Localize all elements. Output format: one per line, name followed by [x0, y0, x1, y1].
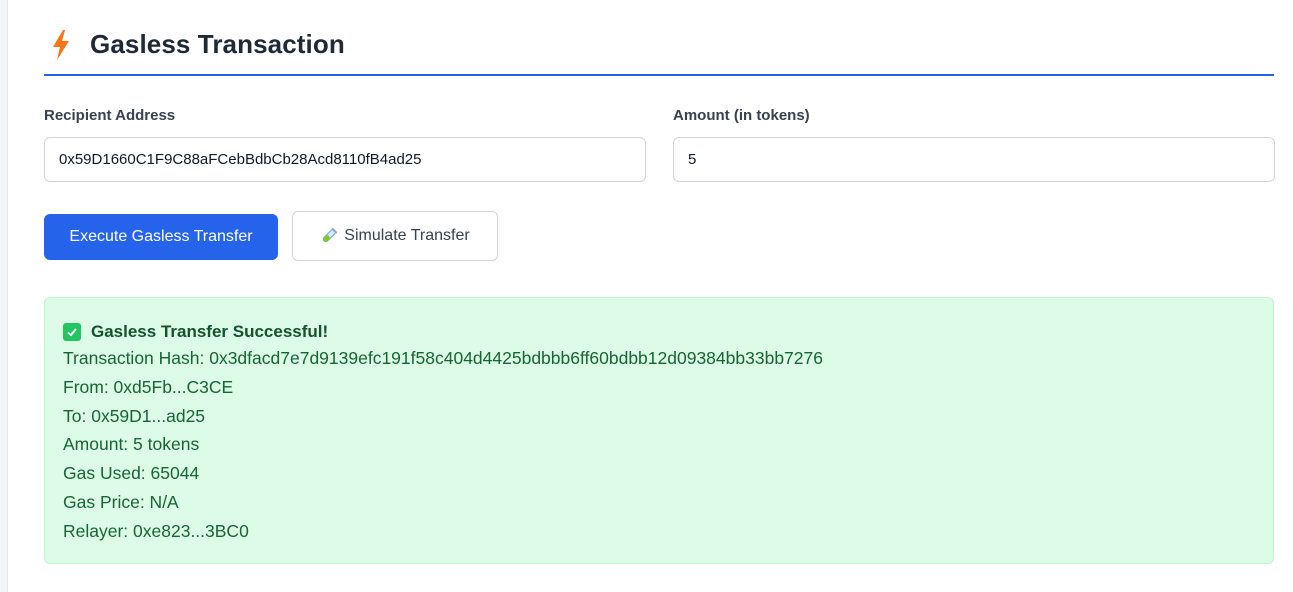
test-tube-icon — [323, 227, 338, 243]
recipient-address-input[interactable] — [44, 137, 646, 182]
transfer-amount: Amount: 5 tokens — [63, 434, 200, 455]
amount-input[interactable] — [673, 137, 1275, 182]
success-title-text: Gasless Transfer Successful! — [91, 322, 329, 341]
from-address: From: 0xd5Fb...C3CE — [63, 376, 234, 397]
simulate-transfer-button[interactable]: Simulate Transfer — [292, 211, 498, 261]
success-result-box: Gasless Transfer Successful! Transaction… — [44, 297, 1274, 564]
execute-gasless-transfer-button[interactable]: Execute Gasless Transfer — [44, 214, 278, 260]
lightning-bolt-icon — [53, 30, 69, 60]
gas-price: Gas Price: N/A — [63, 491, 179, 512]
gas-used: Gas Used: 65044 — [63, 463, 200, 484]
page-title: Gasless Transaction — [90, 29, 345, 59]
success-title: Gasless Transfer Successful! — [63, 320, 1255, 344]
check-mark-icon — [63, 323, 81, 341]
to-address: To: 0x59D1...ad25 — [63, 405, 206, 426]
transaction-details: Transaction Hash: 0x3dfacd7e7d9139efc191… — [63, 344, 1255, 546]
recipient-address-label: Recipient Address — [44, 107, 176, 124]
simulate-transfer-label: Simulate Transfer — [344, 227, 470, 244]
relayer-address: Relayer: 0xe823...3BC0 — [63, 520, 249, 541]
transaction-hash: Transaction Hash: 0x3dfacd7e7d9139efc191… — [63, 348, 823, 368]
gasless-transaction-panel: Gasless Transaction Recipient Address Am… — [7, 0, 1293, 592]
panel-header: Gasless Transaction — [44, 22, 1274, 76]
amount-label: Amount (in tokens) — [673, 107, 810, 124]
